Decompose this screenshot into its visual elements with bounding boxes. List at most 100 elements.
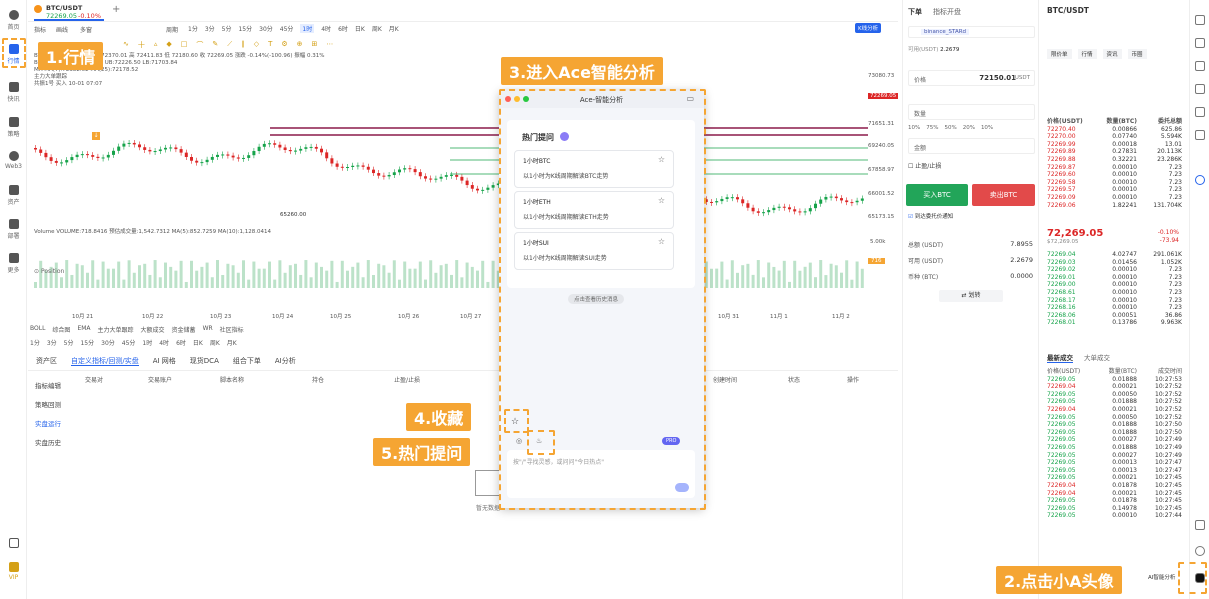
book-row[interactable]: 72269.99 0.00018 13.01 xyxy=(1047,141,1182,149)
indicator-0[interactable]: BOLL xyxy=(30,325,45,334)
book-row[interactable]: 72269.89 0.27831 20.113K xyxy=(1047,148,1182,156)
symbol-tab[interactable]: BTC/USDT 72269.05 -0.10% xyxy=(34,3,104,21)
ob-tab-2[interactable]: 资讯 xyxy=(1102,49,1122,59)
book-row[interactable]: 72268.61 0.00010 7.23 xyxy=(1047,289,1182,297)
ob-tab-0[interactable]: 限价单 xyxy=(1047,49,1072,59)
indicator-2[interactable]: EMA xyxy=(77,325,90,334)
nav-news[interactable]: 快讯 xyxy=(0,82,27,103)
indicator-5[interactable]: 资金储蓄 xyxy=(172,325,196,334)
interval2-7[interactable]: 4时 xyxy=(159,338,169,347)
book-row[interactable]: 72269.09 0.00010 7.23 xyxy=(1047,194,1182,202)
interval-11[interactable]: 月K xyxy=(389,24,399,33)
book-row[interactable]: 72269.58 0.00010 7.23 xyxy=(1047,179,1182,187)
tab-order[interactable]: 下单 xyxy=(908,7,922,17)
bottom-tab-5[interactable]: AI分析 xyxy=(275,357,296,365)
nav-home[interactable]: 首页 xyxy=(0,10,27,31)
indicator-3[interactable]: 主力大单跟踪 xyxy=(98,325,134,334)
account-select[interactable]: binance_STARd xyxy=(908,26,1035,38)
buy-button[interactable]: 买入BTC xyxy=(906,184,968,206)
ob-tab-1[interactable]: 行情 xyxy=(1077,49,1097,59)
book-row[interactable]: 72269.87 0.00010 7.23 xyxy=(1047,164,1182,172)
book-row[interactable]: 72269.01 0.00010 7.23 xyxy=(1047,274,1182,282)
draw-tool-icon[interactable]: ∥ xyxy=(241,40,245,50)
refresh-icon[interactable] xyxy=(1195,175,1205,185)
draw-tool-icon[interactable]: ⊞ xyxy=(312,40,318,50)
interval2-3[interactable]: 15分 xyxy=(80,338,94,347)
draw-tool-icon[interactable]: ⊕ xyxy=(297,40,303,50)
bottom-tab-3[interactable]: 现货DCA xyxy=(190,357,219,365)
book-row[interactable]: 72269.88 0.32221 23.286K xyxy=(1047,156,1182,164)
nav-assets[interactable]: 资产 xyxy=(0,185,27,206)
list-icon[interactable] xyxy=(1195,130,1205,140)
interval-8[interactable]: 6时 xyxy=(338,24,348,33)
price-input[interactable]: 价格 72150.01 USDT xyxy=(908,70,1035,86)
draw-tool-icon[interactable]: 十 xyxy=(138,40,145,50)
nav-web3[interactable]: Web3 xyxy=(0,151,27,170)
draw-tool-icon[interactable]: ∿ xyxy=(123,40,129,50)
pct-0[interactable]: 10% xyxy=(908,125,920,131)
calc-icon[interactable] xyxy=(1195,61,1205,71)
pct-4[interactable]: 10% xyxy=(981,125,993,131)
k-analysis-button[interactable]: K线分析 xyxy=(855,23,882,33)
interval2-9[interactable]: 日K xyxy=(193,338,203,347)
multi-window-button[interactable]: 多窗 xyxy=(80,25,92,34)
draw-tool-icon[interactable]: ▵ xyxy=(154,40,158,50)
interval2-0[interactable]: 1分 xyxy=(30,338,40,347)
book-row[interactable]: 72269.60 0.00010 7.23 xyxy=(1047,171,1182,179)
book-row[interactable]: 72268.16 0.00010 7.23 xyxy=(1047,304,1182,312)
draw-tool-icon[interactable]: ◆ xyxy=(166,40,171,50)
draw-button[interactable]: 画线 xyxy=(56,25,68,34)
interval2-8[interactable]: 6时 xyxy=(176,338,186,347)
draw-tool-icon[interactable]: ✎ xyxy=(212,40,218,50)
nav-vip[interactable]: VIP xyxy=(0,562,27,581)
book-row[interactable]: 72270.00 0.07740 5.594K xyxy=(1047,133,1182,141)
interval-6[interactable]: 1时 xyxy=(300,24,315,33)
book-row[interactable]: 72268.06 0.00051 36.86 xyxy=(1047,312,1182,320)
interval-0[interactable]: 1分 xyxy=(188,24,198,33)
bottom-tab-0[interactable]: 资产区 xyxy=(36,357,57,365)
nav-deploy[interactable]: 部署 xyxy=(0,219,27,240)
draw-tool-icon[interactable]: ⋯ xyxy=(326,40,333,50)
draw-tool-icon[interactable]: □ xyxy=(181,40,188,50)
book-icon[interactable] xyxy=(1195,15,1205,25)
interval2-2[interactable]: 5分 xyxy=(64,338,74,347)
interval-3[interactable]: 15分 xyxy=(238,24,252,33)
interval-1[interactable]: 3分 xyxy=(205,24,215,33)
book-row[interactable]: 72269.06 1.82241 131.704K xyxy=(1047,202,1182,210)
headset-icon[interactable] xyxy=(1195,546,1205,556)
side-item-1[interactable]: 策略回测 xyxy=(35,399,75,418)
interval2-4[interactable]: 30分 xyxy=(101,338,115,347)
book-row[interactable]: 72269.02 0.00010 7.23 xyxy=(1047,266,1182,274)
pct-2[interactable]: 50% xyxy=(944,125,956,131)
book-row[interactable]: 72269.04 4.02747 291.061K xyxy=(1047,251,1182,259)
draw-tool-icon[interactable]: ⟋ xyxy=(227,40,232,50)
interval2-10[interactable]: 周K xyxy=(210,338,220,347)
side-item-3[interactable]: 实盘历史 xyxy=(35,437,75,456)
nav-more[interactable]: 更多 xyxy=(0,253,27,274)
interval-2[interactable]: 5分 xyxy=(222,24,232,33)
draw-tool-icon[interactable]: ⚙ xyxy=(281,40,287,50)
price-chart[interactable] xyxy=(30,88,868,313)
interval2-6[interactable]: 1时 xyxy=(142,338,152,347)
layout-icon[interactable] xyxy=(1195,520,1205,530)
doc-icon[interactable] xyxy=(1195,38,1205,48)
pct-3[interactable]: 20% xyxy=(963,125,975,131)
pct-1[interactable]: 75% xyxy=(926,125,938,131)
interval2-1[interactable]: 3分 xyxy=(47,338,57,347)
book-row[interactable]: 72269.03 0.01456 1.052K xyxy=(1047,259,1182,267)
interval-9[interactable]: 日K xyxy=(355,24,365,33)
interval2-11[interactable]: 月K xyxy=(227,338,237,347)
amount-input[interactable]: 数量 xyxy=(908,104,1035,120)
indicator-6[interactable]: WR xyxy=(203,325,213,334)
book-row[interactable]: 72269.00 0.00010 7.23 xyxy=(1047,281,1182,289)
add-tab-icon[interactable]: + xyxy=(112,4,120,15)
nav-strategy[interactable]: 策略 xyxy=(0,117,27,138)
transfer-button[interactable]: ⇄ 划转 xyxy=(939,290,1003,302)
users-icon[interactable] xyxy=(1195,107,1205,117)
sell-button[interactable]: 卖出BTC xyxy=(972,184,1035,206)
interval-7[interactable]: 4时 xyxy=(321,24,331,33)
bottom-tab-4[interactable]: 组合下单 xyxy=(233,357,261,365)
indicator-7[interactable]: 社区指标 xyxy=(220,325,244,334)
book-row[interactable]: 72268.01 0.13786 9.963K xyxy=(1047,319,1182,327)
tab-latest-trades[interactable]: 最新成交 xyxy=(1047,352,1073,363)
